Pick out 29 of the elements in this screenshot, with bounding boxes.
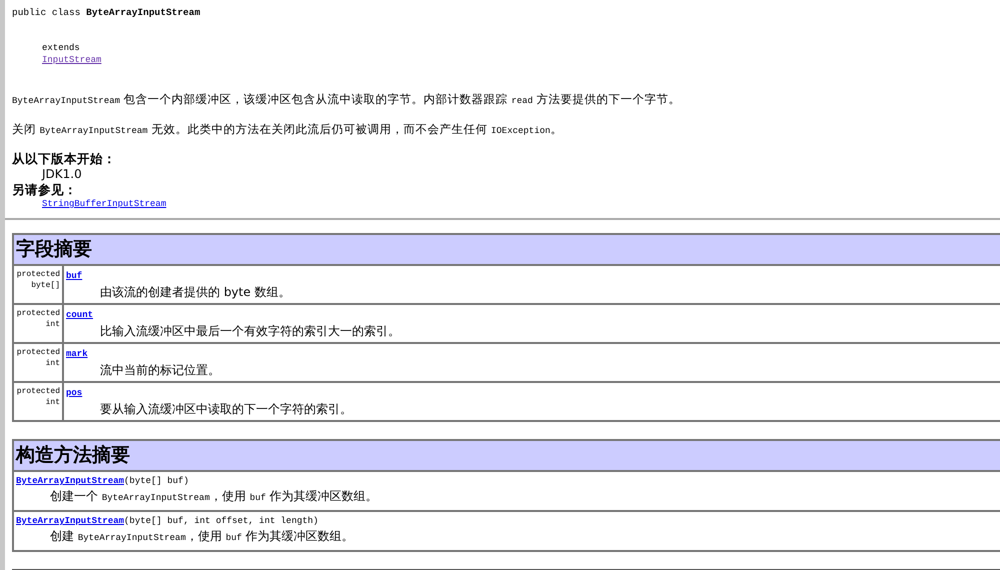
- field-modifier: protected int: [13, 382, 63, 421]
- field-description: 要从输入流缓冲区中读取的下一个字符的索引。: [100, 402, 352, 417]
- field-link[interactable]: count: [66, 309, 94, 321]
- class-signature: public class ByteArrayInputStream: [12, 6, 200, 20]
- section-header: 构造方法摘要: [13, 440, 1000, 471]
- field-modifier: protected int: [13, 343, 63, 382]
- parent-class-link[interactable]: InputStream: [42, 54, 102, 66]
- description-paragraph: ByteArrayInputStream 包含一个内部缓冲区，该缓冲区包含从流中读取的字节。内部计数器跟踪 read 方法要提供的下一个字节。: [12, 92, 681, 108]
- field-modifier: protected byte[]: [13, 265, 63, 304]
- constructor-link[interactable]: ByteArrayInputStream: [16, 476, 124, 486]
- constructor-params: (byte[] buf, int offset, int length): [124, 516, 318, 526]
- field-link[interactable]: buf: [66, 270, 82, 282]
- field-description: 比输入流缓冲区中最后一个有效字符的索引大一的索引。: [100, 324, 400, 339]
- field-description: 流中当前的标记位置。: [100, 363, 220, 378]
- see-also-label: 另请参见：: [12, 182, 77, 198]
- see-also-link[interactable]: StringBufferInputStream: [42, 199, 166, 209]
- field-link[interactable]: mark: [66, 348, 88, 360]
- extends-keyword: extends: [42, 42, 80, 54]
- constructor-description: 创建一个 ByteArrayInputStream，使用 buf 作为其缓冲区数组。: [50, 489, 378, 505]
- field-link[interactable]: pos: [66, 387, 82, 399]
- constructor-description: 创建 ByteArrayInputStream，使用 buf 作为其缓冲区数组。: [50, 529, 354, 545]
- since-value: JDK1.0: [42, 167, 82, 182]
- section-header: 字段摘要: [13, 234, 1000, 265]
- field-description: 由该流的创建者提供的 byte 数组。: [100, 285, 290, 300]
- field-modifier: protected int: [13, 304, 63, 343]
- since-label: 从以下版本开始：: [12, 151, 116, 167]
- constructor-link[interactable]: ByteArrayInputStream: [16, 516, 124, 526]
- constructor-params: (byte[] buf): [124, 476, 189, 486]
- description-paragraph: 关闭 ByteArrayInputStream 无效。此类中的方法在关闭此流后仍可被调用，而不会产生任何 IOException。: [12, 122, 562, 138]
